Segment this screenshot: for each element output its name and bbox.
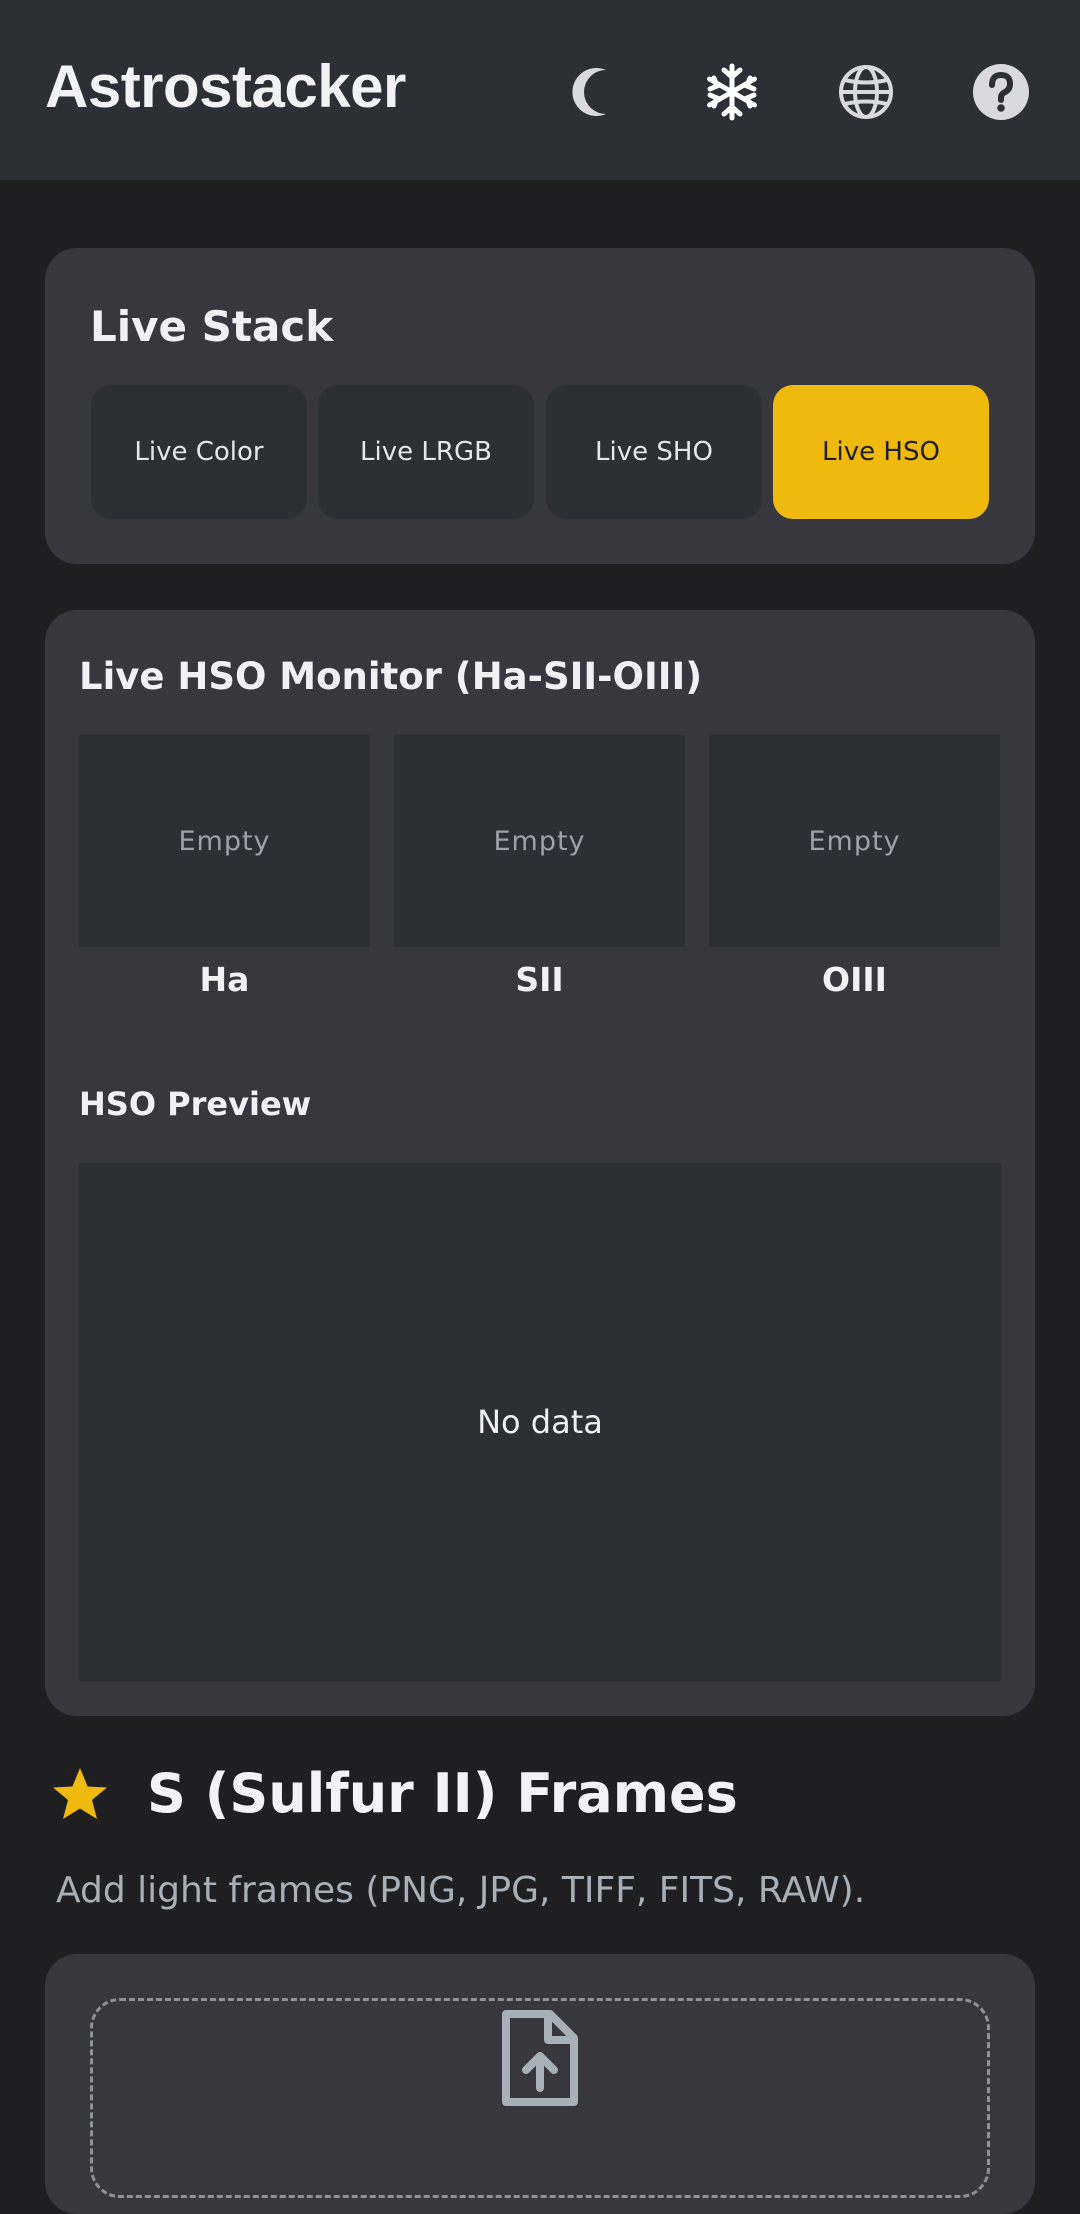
live-color-button[interactable]: Live Color [91,385,307,519]
snowflake-icon[interactable] [702,62,762,122]
preview-status: No data [477,1403,603,1441]
oiii-channel-slot: Empty [709,735,1000,947]
preview-title: HSO Preview [79,1085,312,1123]
frames-title: S (Sulfur II) Frames [147,1762,738,1825]
live-sho-button[interactable]: Live SHO [546,385,762,519]
ha-channel-label: Ha [199,960,250,999]
sii-channel-label: SII [515,960,564,999]
live-lrgb-button[interactable]: Live LRGB [318,385,534,519]
star-icon [50,1765,110,1825]
app-bar: Astrostacker [0,0,1080,180]
oiii-channel-label: OIII [822,960,887,999]
live-stack-title: Live Stack [90,302,334,351]
moon-icon[interactable] [568,62,628,122]
help-icon[interactable] [971,62,1031,122]
sii-channel-slot: Empty [394,735,685,947]
file-upload-icon[interactable] [500,2008,580,2108]
hso-preview: No data [79,1163,1001,1681]
ha-channel-slot: Empty [79,735,370,947]
frames-subtitle: Add light frames (PNG, JPG, TIFF, FITS, … [56,1870,866,1911]
app-title: Astrostacker [45,53,406,120]
live-hso-button[interactable]: Live HSO [773,385,989,519]
monitor-title: Live HSO Monitor (Ha-SII-OIII) [79,655,703,698]
globe-icon[interactable] [836,62,896,122]
